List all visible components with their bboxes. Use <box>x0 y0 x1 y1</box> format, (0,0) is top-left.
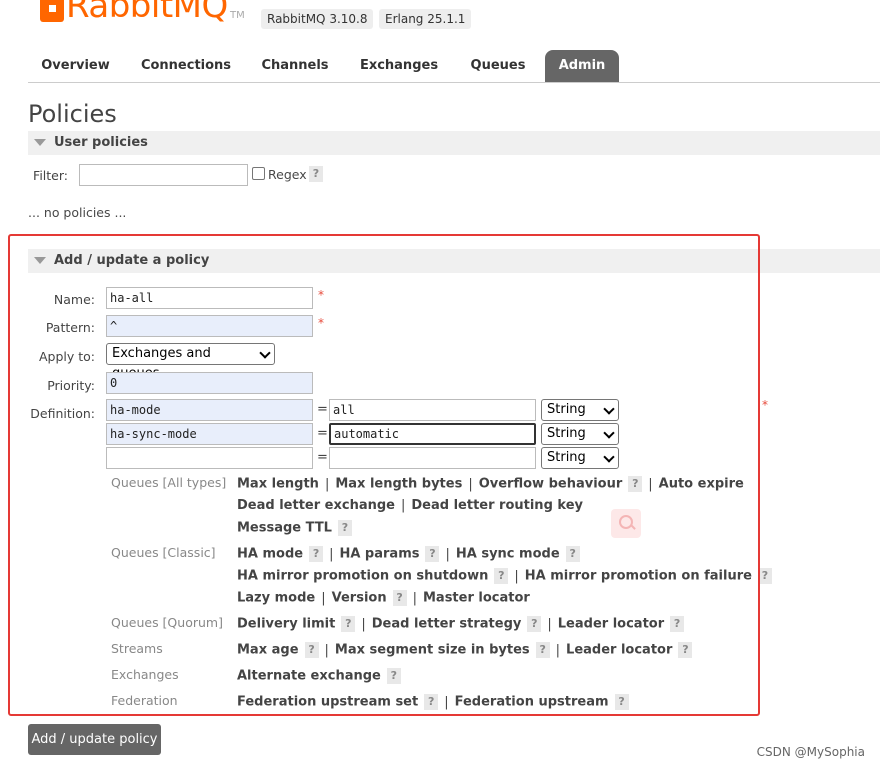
rabbitmq-version-badge: RabbitMQ 3.10.8 <box>261 9 374 29</box>
tab-queues[interactable]: Queues <box>460 50 536 82</box>
page-title: Policies <box>28 100 117 128</box>
help-icon[interactable]: ? <box>757 568 772 584</box>
tab-channels[interactable]: Channels <box>250 50 340 82</box>
regex-checkbox[interactable] <box>252 167 265 180</box>
regex-label: Regex <box>268 167 307 182</box>
watermark: CSDN @MySophia <box>756 745 865 759</box>
collapse-triangle-icon <box>34 138 46 146</box>
main-nav-tabs: Overview Connections Channels Exchanges … <box>28 50 880 83</box>
tab-admin[interactable]: Admin <box>545 50 619 82</box>
tab-connections[interactable]: Connections <box>128 50 244 82</box>
tab-overview[interactable]: Overview <box>28 50 123 82</box>
user-policies-section-toggle[interactable]: User policies <box>28 131 880 155</box>
rabbitmq-logo[interactable]: RabbitMQ TM <box>38 0 248 28</box>
erlang-version-badge: Erlang 25.1.1 <box>379 9 472 29</box>
tab-exchanges[interactable]: Exchanges <box>350 50 448 82</box>
highlight-annotation-box <box>8 234 760 716</box>
user-policies-heading: User policies <box>54 135 148 150</box>
logo-text: RabbitMQ <box>66 0 228 26</box>
logo-tm: TM <box>230 10 245 21</box>
regex-help-icon[interactable]: ? <box>309 166 323 182</box>
definition-required-mark: * <box>762 398 768 412</box>
filter-label: Filter: <box>33 168 68 183</box>
rabbit-logo-icon <box>40 0 64 22</box>
filter-input[interactable] <box>79 164 248 186</box>
add-update-policy-button[interactable]: Add / update policy <box>28 724 161 755</box>
no-policies-text: ... no policies ... <box>28 205 127 220</box>
